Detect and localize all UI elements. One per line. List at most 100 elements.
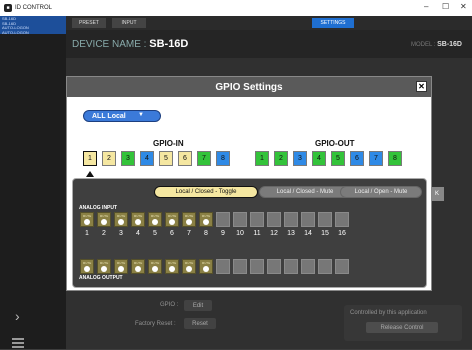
input-mute-button-2[interactable]: MUTE [97, 212, 111, 227]
led-indicator-icon [118, 266, 124, 272]
window-title: ID CONTROL [15, 5, 53, 11]
gpio-in-title: GPIO-IN [153, 139, 184, 148]
mute-label: MUTE [99, 214, 109, 218]
gpio-out-button-8[interactable]: 8 [388, 151, 402, 166]
mute-label: MUTE [99, 261, 109, 265]
mode-local-open-mute-button[interactable]: Local / Open - Mute [340, 186, 422, 198]
channel-number: 13 [287, 230, 295, 237]
gpio-out-button-5[interactable]: 5 [331, 151, 345, 166]
led-indicator-icon [169, 266, 175, 272]
input-mute-button-5[interactable]: MUTE [148, 212, 162, 227]
output-channel-slot-14 [301, 259, 315, 274]
input-channel-slot-16 [335, 212, 349, 227]
input-mute-button-8[interactable]: MUTE [199, 212, 213, 227]
channel-number: 16 [338, 230, 346, 237]
channel-number: 12 [270, 230, 278, 237]
output-mute-button-2[interactable]: MUTE [97, 259, 111, 274]
output-mute-button-7[interactable]: MUTE [182, 259, 196, 274]
side-button[interactable]: K [430, 187, 444, 201]
output-mute-button-1[interactable]: MUTE [80, 259, 94, 274]
gpio-out-button-2[interactable]: 2 [274, 151, 288, 166]
input-mute-button-4[interactable]: MUTE [131, 212, 145, 227]
gpio-in-button-5[interactable]: 5 [159, 151, 173, 166]
tab-preset[interactable]: PRESET [72, 18, 106, 28]
mute-label: MUTE [150, 261, 160, 265]
dropdown-value: ALL Local [92, 112, 126, 120]
minimize-button[interactable]: – [424, 2, 428, 11]
gpio-in-button-7[interactable]: 7 [197, 151, 211, 166]
mute-label: MUTE [150, 214, 160, 218]
output-mute-button-8[interactable]: MUTE [199, 259, 213, 274]
gpio-out-button-3[interactable]: 3 [293, 151, 307, 166]
input-channel-slot-9 [216, 212, 230, 227]
input-channel-slot-13 [284, 212, 298, 227]
mute-label: MUTE [116, 261, 126, 265]
close-window-button[interactable]: ✕ [460, 2, 467, 11]
mute-label: MUTE [133, 261, 143, 265]
input-channel-slot-14 [301, 212, 315, 227]
app-window: ■ ID CONTROL – ☐ ✕ SB-16D SB-16D AUTO-LO… [0, 0, 472, 349]
output-mute-button-4[interactable]: MUTE [131, 259, 145, 274]
led-indicator-icon [152, 219, 158, 225]
chevron-right-icon[interactable]: › [15, 308, 20, 324]
gpio-out-button-1[interactable]: 1 [255, 151, 269, 166]
gpio-out-title: GPIO-OUT [315, 139, 355, 148]
led-indicator-icon [101, 219, 107, 225]
gpio-in-button-1[interactable]: 1 [83, 151, 97, 166]
input-channel-slot-15 [318, 212, 332, 227]
gpio-out-button-4[interactable]: 4 [312, 151, 326, 166]
output-channel-slot-15 [318, 259, 332, 274]
gpio-in-button-3[interactable]: 3 [121, 151, 135, 166]
led-indicator-icon [101, 266, 107, 272]
mute-label: MUTE [201, 261, 211, 265]
led-indicator-icon [135, 219, 141, 225]
input-mute-button-3[interactable]: MUTE [114, 212, 128, 227]
input-channel-slot-12 [267, 212, 281, 227]
model-label: MODEL : [410, 42, 438, 48]
tab-input[interactable]: INPUT [112, 18, 146, 28]
title-bar: ■ ID CONTROL – ☐ ✕ [0, 0, 472, 16]
maximize-button[interactable]: ☐ [442, 2, 449, 11]
gpio-in-button-2[interactable]: 2 [102, 151, 116, 166]
device-name-value: SB-16D [149, 38, 189, 50]
input-mute-button-7[interactable]: MUTE [182, 212, 196, 227]
mute-label: MUTE [167, 214, 177, 218]
output-channel-slot-16 [335, 259, 349, 274]
gpio-out-button-6[interactable]: 6 [350, 151, 364, 166]
gpio-in-button-4[interactable]: 4 [140, 151, 154, 166]
gpio-settings-dialog: GPIO Settings ✕ ALL Local ▼ GPIO-IN GPIO… [66, 76, 432, 291]
output-channel-slot-12 [267, 259, 281, 274]
tab-settings[interactable]: SETTINGS [312, 18, 354, 28]
led-indicator-icon [118, 219, 124, 225]
gpio-in-button-6[interactable]: 6 [178, 151, 192, 166]
close-icon[interactable]: ✕ [416, 81, 427, 92]
output-mute-button-5[interactable]: MUTE [148, 259, 162, 274]
output-mute-button-6[interactable]: MUTE [165, 259, 179, 274]
led-indicator-icon [186, 219, 192, 225]
menu-icon[interactable] [12, 338, 24, 350]
analog-input-label: ANALOG INPUT [79, 205, 118, 211]
led-indicator-icon [186, 266, 192, 272]
mode-local-closed-toggle-button[interactable]: Local / Closed - Toggle [154, 186, 258, 198]
model-info: MODEL : SB-16D [411, 41, 462, 48]
app-icon: ■ [4, 4, 12, 12]
dialog-title: GPIO Settings [215, 81, 283, 93]
channel-number: 14 [304, 230, 312, 237]
channel-number: 4 [136, 230, 140, 237]
mode-local-closed-mute-button[interactable]: Local / Closed - Mute [259, 186, 351, 198]
sidebar-item-device[interactable]: SB-16D SB-16D AUTO-LOGON AUTO-LOGON [0, 16, 66, 34]
device-name: DEVICE NAME : SB-16D [72, 38, 188, 50]
model-value: SB-16D [437, 41, 462, 48]
channel-number: 10 [236, 230, 244, 237]
mute-label: MUTE [82, 214, 92, 218]
led-indicator-icon [203, 219, 209, 225]
input-mute-button-6[interactable]: MUTE [165, 212, 179, 227]
gpio-out-button-7[interactable]: 7 [369, 151, 383, 166]
gpio-in-button-8[interactable]: 8 [216, 151, 230, 166]
input-mute-button-1[interactable]: MUTE [80, 212, 94, 227]
channel-number: 5 [153, 230, 157, 237]
input-channel-slot-11 [250, 212, 264, 227]
mode-dropdown[interactable]: ALL Local ▼ [83, 110, 161, 122]
output-mute-button-3[interactable]: MUTE [114, 259, 128, 274]
channel-number: 3 [119, 230, 123, 237]
